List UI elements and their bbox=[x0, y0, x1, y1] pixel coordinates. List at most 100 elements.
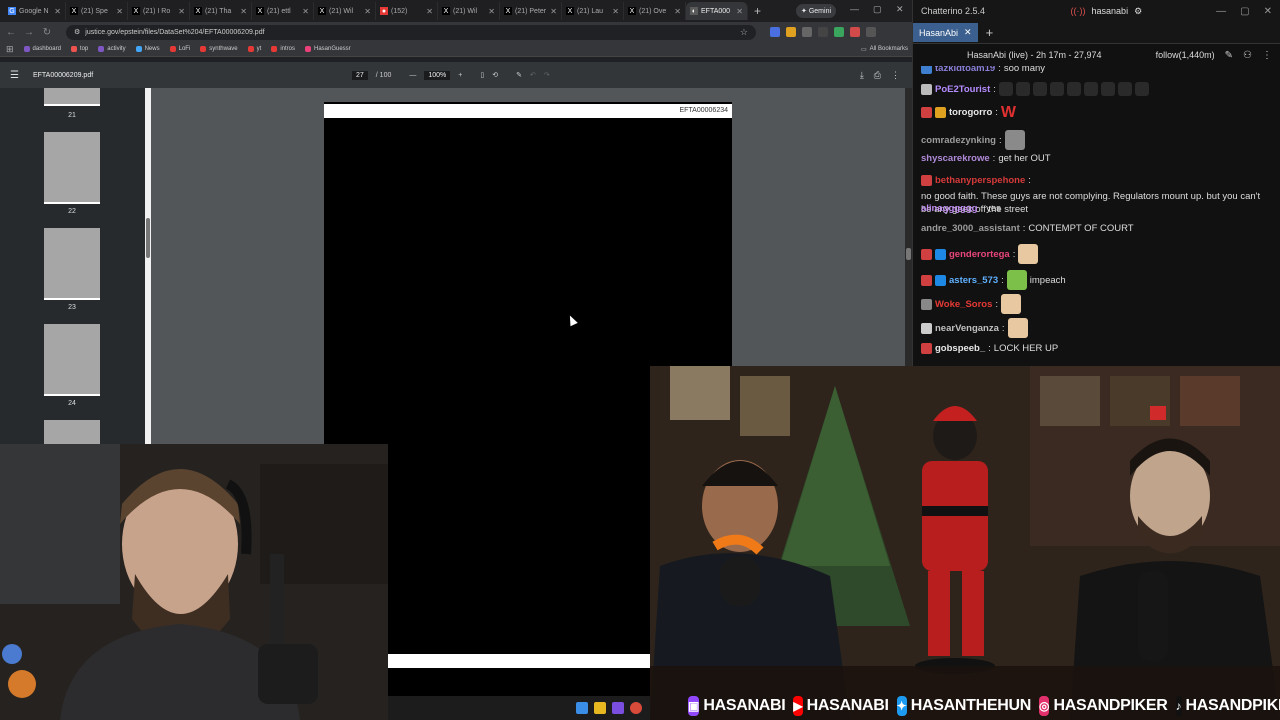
close-icon[interactable]: ✕ bbox=[896, 4, 904, 15]
undo-icon[interactable]: ↶ bbox=[530, 71, 536, 79]
tab-close-icon[interactable]: ✕ bbox=[178, 7, 185, 16]
chat-badge-icon[interactable] bbox=[921, 248, 932, 260]
zoom-in-icon[interactable]: + bbox=[458, 72, 462, 79]
chat-username[interactable]: nearVenganza bbox=[935, 322, 999, 335]
bookmark-item[interactable]: synthwave bbox=[200, 46, 238, 52]
bookmark-item[interactable]: top bbox=[70, 46, 88, 52]
page-thumbnail[interactable] bbox=[44, 324, 100, 396]
bookmark-item[interactable]: News bbox=[135, 46, 160, 52]
app-icon[interactable] bbox=[612, 702, 624, 714]
bookmark-item[interactable]: LoFi bbox=[169, 46, 190, 52]
chat-emote-icon[interactable] bbox=[1083, 82, 1098, 96]
reload-icon[interactable]: ↻ bbox=[42, 27, 52, 38]
chat-emote-icon[interactable] bbox=[1032, 82, 1047, 96]
bookmark-item[interactable]: activity bbox=[98, 46, 126, 52]
chat-badge-icon[interactable] bbox=[921, 107, 932, 118]
chat-emote-icon[interactable] bbox=[1007, 318, 1028, 338]
page-number-input[interactable]: 27 bbox=[352, 70, 368, 80]
tab-close-icon[interactable]: ✕ bbox=[302, 7, 309, 16]
chat-badge-icon[interactable] bbox=[921, 175, 932, 186]
extension-icon[interactable] bbox=[802, 27, 812, 37]
account-name[interactable]: hasanabi bbox=[1092, 6, 1129, 16]
chat-emote-icon[interactable] bbox=[1117, 82, 1132, 96]
chat-badge-icon[interactable] bbox=[921, 274, 932, 286]
back-icon[interactable]: ← bbox=[6, 27, 16, 38]
chat-badge-icon[interactable] bbox=[921, 298, 932, 310]
browser-tab[interactable]: X (21) Lau ✕ bbox=[562, 2, 624, 20]
page-thumbnail[interactable] bbox=[44, 88, 100, 106]
chat-username[interactable]: genderortega bbox=[949, 248, 1010, 261]
print-icon[interactable]: ⎙ bbox=[874, 70, 881, 81]
browser-tab[interactable]: X (21) Wil ✕ bbox=[314, 2, 376, 20]
chat-username[interactable]: torogorro bbox=[949, 106, 992, 119]
url-field[interactable]: ⚙ justice.gov/epstein/files/DataSet%204/… bbox=[66, 24, 756, 40]
chat-badge-icon[interactable] bbox=[935, 248, 946, 260]
all-bookmarks-button[interactable]: ▭ All Bookmarks bbox=[861, 46, 908, 53]
minimize-icon[interactable]: — bbox=[1216, 6, 1226, 17]
extension-icon[interactable] bbox=[818, 27, 828, 37]
gemini-button[interactable]: ✦ Gemini bbox=[796, 4, 836, 18]
annotate-icon[interactable]: ✎ bbox=[516, 71, 522, 79]
tab-close-icon[interactable]: ✕ bbox=[488, 7, 495, 16]
more-icon[interactable]: ⋮ bbox=[1262, 50, 1272, 61]
chrome-icon[interactable] bbox=[630, 702, 642, 714]
users-icon[interactable]: ⚇ bbox=[1243, 50, 1252, 61]
chat-username[interactable]: Woke_Soros bbox=[935, 298, 992, 311]
chat-username[interactable]: tazkidtoam19 bbox=[935, 66, 995, 75]
chat-username[interactable]: comradezynking bbox=[921, 134, 996, 147]
chat-username[interactable]: alinagggggg bbox=[921, 202, 977, 215]
tab-close-icon[interactable]: ✕ bbox=[612, 7, 619, 16]
chat-username[interactable]: asters_573 bbox=[949, 274, 998, 287]
chat-emote-icon[interactable] bbox=[1006, 270, 1027, 290]
tab-close-icon[interactable]: ✕ bbox=[964, 27, 972, 38]
maximize-icon[interactable]: ▢ bbox=[1240, 6, 1249, 17]
add-tab-icon[interactable]: + bbox=[986, 25, 994, 40]
chat-username[interactable]: gobspeeb_ bbox=[935, 342, 985, 355]
bookmark-item[interactable]: intros bbox=[271, 46, 295, 52]
tab-close-icon[interactable]: ✕ bbox=[426, 7, 433, 16]
extension-icon[interactable] bbox=[786, 27, 796, 37]
chat-badge-icon[interactable] bbox=[935, 107, 946, 118]
profile-icon[interactable] bbox=[866, 27, 876, 37]
page-thumbnail[interactable] bbox=[44, 132, 100, 204]
chat-badge-icon[interactable] bbox=[935, 274, 946, 286]
browser-tab[interactable]: ● (152) ✕ bbox=[376, 2, 438, 20]
edit-icon[interactable]: ✎ bbox=[1225, 50, 1233, 61]
page-thumbnail[interactable] bbox=[44, 228, 100, 300]
chat-emote-icon[interactable] bbox=[1066, 82, 1081, 96]
chat-emote-icon[interactable] bbox=[1004, 130, 1025, 150]
forward-icon[interactable]: → bbox=[24, 27, 34, 38]
chat-badge-icon[interactable] bbox=[921, 66, 932, 74]
extension-icon[interactable] bbox=[770, 27, 780, 37]
tab-close-icon[interactable]: ✕ bbox=[550, 7, 557, 16]
windows-start-icon[interactable] bbox=[576, 702, 588, 714]
tab-close-icon[interactable]: ✕ bbox=[240, 7, 247, 16]
tab-close-icon[interactable]: ✕ bbox=[364, 7, 371, 16]
scrollbar-thumb[interactable] bbox=[146, 218, 150, 258]
browser-tab[interactable]: X (21) I Ro ✕ bbox=[128, 2, 190, 20]
tab-hasanabi[interactable]: HasanAbi ✕ bbox=[913, 23, 978, 42]
tab-close-icon[interactable]: ✕ bbox=[674, 7, 681, 16]
browser-tab[interactable]: ◐ EFTA000 ✕ bbox=[686, 2, 748, 20]
extension-icon[interactable] bbox=[850, 27, 860, 37]
minimize-icon[interactable]: — bbox=[850, 4, 859, 14]
chat-emote-icon[interactable] bbox=[1015, 82, 1030, 96]
bookmark-item[interactable]: HasanGuessr bbox=[304, 46, 351, 52]
fit-page-icon[interactable]: ▯ bbox=[480, 71, 484, 79]
tab-close-icon[interactable]: ✕ bbox=[736, 7, 743, 16]
bookmark-item[interactable]: dashboard bbox=[23, 46, 61, 52]
close-icon[interactable]: ✕ bbox=[1264, 6, 1272, 17]
apps-grid-icon[interactable]: ⊞ bbox=[6, 44, 14, 55]
browser-tab[interactable]: X (21) Tha ✕ bbox=[190, 2, 252, 20]
chat-badge-icon[interactable] bbox=[921, 343, 932, 354]
bookmark-star-icon[interactable]: ☆ bbox=[740, 27, 748, 38]
file-explorer-icon[interactable] bbox=[594, 702, 606, 714]
site-info-icon[interactable]: ⚙ bbox=[74, 28, 80, 36]
chat-badge-icon[interactable] bbox=[921, 322, 932, 334]
browser-tab[interactable]: X (21) Ove ✕ bbox=[624, 2, 686, 20]
chat-badge-icon[interactable] bbox=[921, 83, 932, 95]
browser-tab[interactable]: X (21) Wil ✕ bbox=[438, 2, 500, 20]
chat-emote-icon[interactable] bbox=[1018, 244, 1039, 264]
chat-username[interactable]: bethanyperspehone bbox=[935, 174, 1025, 187]
new-tab-icon[interactable]: + bbox=[748, 4, 767, 18]
